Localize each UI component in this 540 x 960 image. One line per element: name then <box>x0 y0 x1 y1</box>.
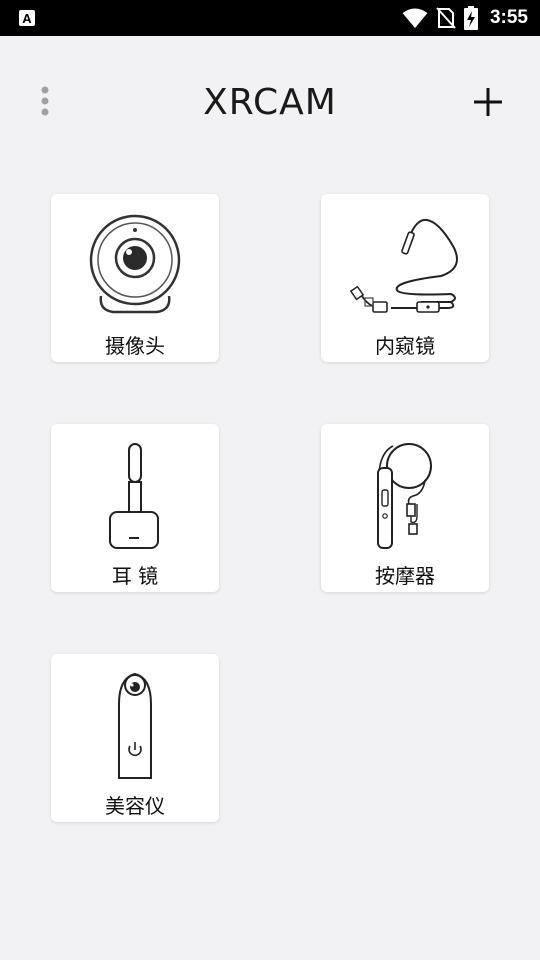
device-card-beauty[interactable]: 美容仪 <box>51 654 219 822</box>
device-card-camera[interactable]: 摄像头 <box>51 194 219 362</box>
status-bar: A 3:55 <box>0 0 540 36</box>
system-icons <box>402 6 478 30</box>
device-card-otoscope[interactable]: 耳 镜 <box>51 424 219 592</box>
app-title: XRCAM <box>203 82 337 123</box>
device-label-otoscope: 耳 镜 <box>111 564 159 588</box>
massager-icon <box>377 443 432 549</box>
device-label-beauty: 美容仪 <box>105 794 165 818</box>
device-label-camera: 摄像头 <box>105 334 165 358</box>
otoscope-icon <box>109 443 159 549</box>
device-label-massager: 按摩器 <box>375 564 435 588</box>
no-sim-icon <box>436 7 456 29</box>
svg-text:A: A <box>22 11 32 26</box>
wifi-icon <box>402 8 428 28</box>
webcam-icon <box>89 214 181 314</box>
device-card-endoscope[interactable]: 内窥镜 <box>321 194 489 362</box>
app-header: XRCAM <box>0 36 540 170</box>
add-device-button[interactable] <box>472 86 504 118</box>
beauty-device-icon <box>118 672 152 779</box>
device-card-massager[interactable]: 按摩器 <box>321 424 489 592</box>
notification-a-icon: A <box>19 10 35 26</box>
endoscope-icon <box>349 218 458 313</box>
status-time: 3:55 <box>489 7 528 28</box>
battery-charging-icon <box>464 6 478 30</box>
device-label-endoscope: 内窥镜 <box>375 334 435 358</box>
